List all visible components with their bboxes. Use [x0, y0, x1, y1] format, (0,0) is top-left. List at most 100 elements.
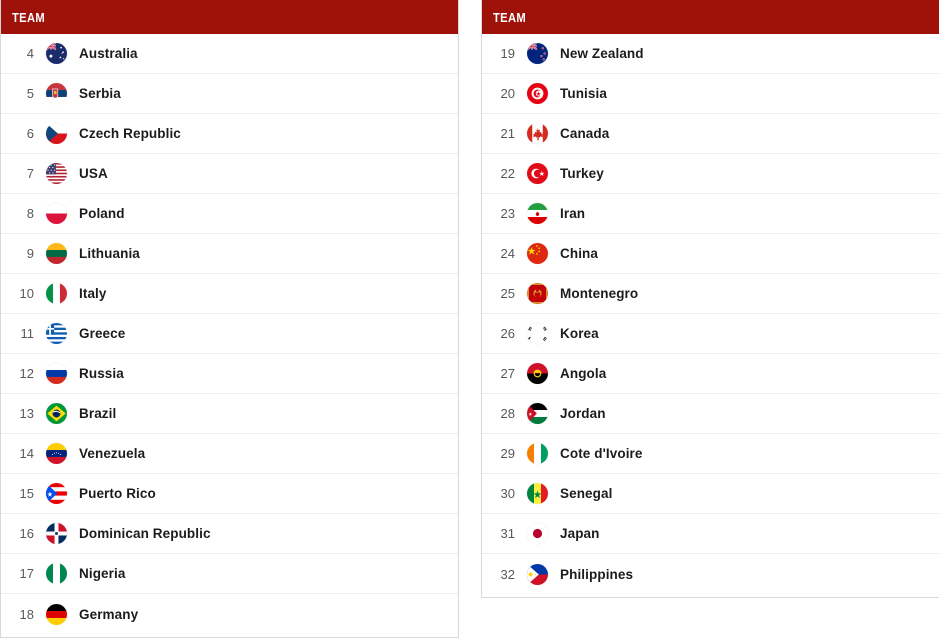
flag-jordan-icon: [527, 403, 548, 424]
column-header-team: TEAM: [12, 9, 46, 25]
team-name: Jordan: [560, 406, 606, 421]
flag-serbia-icon: [46, 83, 67, 104]
rank-number: 20: [500, 86, 515, 101]
flag-puerto-rico-icon: [46, 483, 67, 504]
table-row[interactable]: 31 Japan: [482, 514, 939, 554]
table-header-left: TEAM: [1, 0, 458, 34]
flag-cell: [515, 283, 560, 304]
rank-number: 25: [500, 286, 515, 301]
rank-number: 17: [19, 566, 34, 581]
flag-montenegro-icon: [527, 283, 548, 304]
team-name: Montenegro: [560, 286, 639, 301]
flag-nigeria-icon: [46, 563, 67, 584]
flag-dominican-republic-icon: [46, 523, 67, 544]
team-name: Brazil: [79, 406, 117, 421]
table-row[interactable]: 7 USA: [1, 154, 458, 194]
flag-cell: [34, 323, 79, 344]
table-row[interactable]: 11 Greece: [1, 314, 458, 354]
flag-tunisia-icon: [527, 83, 548, 104]
flag-new-zealand-icon: [527, 43, 548, 64]
table-row[interactable]: 23 Iran: [482, 194, 939, 234]
flag-cell: [34, 203, 79, 224]
flag-cell: [34, 123, 79, 144]
table-row[interactable]: 21 Canada: [482, 114, 939, 154]
table-row[interactable]: 26 Korea: [482, 314, 939, 354]
table-row[interactable]: 29 Cote d'Ivoire: [482, 434, 939, 474]
flag-angola-icon: [527, 363, 548, 384]
flag-senegal-icon: [527, 483, 548, 504]
team-name: Senegal: [560, 486, 613, 501]
flag-cell: [515, 243, 560, 264]
flag-cell: [34, 243, 79, 264]
table-row[interactable]: 17 Nigeria: [1, 554, 458, 594]
table-row[interactable]: 30 Senegal: [482, 474, 939, 514]
table-row[interactable]: 10 Italy: [1, 274, 458, 314]
table-row[interactable]: 12 Russia: [1, 354, 458, 394]
team-name: Puerto Rico: [79, 486, 156, 501]
flag-italy-icon: [46, 283, 67, 304]
flag-russia-icon: [46, 363, 67, 384]
table-row[interactable]: 20 Tunisia: [482, 74, 939, 114]
rank-number: 7: [26, 166, 34, 181]
flag-cell: [515, 443, 560, 464]
flag-cell: [34, 603, 79, 625]
table-row[interactable]: 4 Australia: [1, 34, 458, 74]
table-row[interactable]: 19 New Zealand: [482, 34, 939, 74]
flag-brazil-icon: [46, 403, 67, 424]
rank-number: 8: [26, 206, 34, 221]
table-row[interactable]: 5 Serbia: [1, 74, 458, 114]
table-row[interactable]: 16 Dominican Republic: [1, 514, 458, 554]
team-ranking-page: TEAM 4 Australia 5 Serbia 6 Czech Republic 7 US…: [0, 0, 939, 639]
team-name: Germany: [79, 606, 139, 622]
team-name: Russia: [79, 366, 124, 381]
table-row[interactable]: 22 Turkey: [482, 154, 939, 194]
table-row[interactable]: 28 Jordan: [482, 394, 939, 434]
flag-australia-icon: [46, 43, 67, 64]
rank-number: 16: [19, 526, 34, 541]
team-name: USA: [79, 166, 108, 181]
table-row[interactable]: 13 Brazil: [1, 394, 458, 434]
flag-cell: [515, 403, 560, 424]
table-row[interactable]: 15 Puerto Rico: [1, 474, 458, 514]
rank-number: 28: [500, 406, 515, 421]
table-row[interactable]: 8 Poland: [1, 194, 458, 234]
table-row[interactable]: 32 Philippines: [482, 554, 939, 594]
flag-cell: [515, 523, 560, 544]
rank-number: 19: [500, 46, 515, 61]
rank-number: 4: [26, 46, 34, 61]
rank-number: 21: [500, 126, 515, 141]
table-row[interactable]: 25 Montenegro: [482, 274, 939, 314]
rank-number: 31: [500, 526, 515, 541]
team-name: Dominican Republic: [79, 526, 211, 541]
team-name: Italy: [79, 286, 107, 301]
table-row[interactable]: 27 Angola: [482, 354, 939, 394]
rank-number: 11: [20, 326, 35, 341]
rank-number: 30: [500, 486, 515, 501]
flag-cell: [34, 83, 79, 104]
rank-number: 18: [19, 606, 34, 622]
flag-cell: [515, 43, 560, 64]
team-name: Japan: [560, 526, 600, 541]
table-row[interactable]: 14 Venezuela: [1, 434, 458, 474]
team-name: China: [560, 246, 599, 261]
table-row[interactable]: 18 Germany: [1, 594, 458, 634]
team-table-right: TEAM 19 New Zealand 20 Tunisia 21 Canada 22 Tur…: [481, 0, 939, 598]
flag-cote-divoire-icon: [527, 443, 548, 464]
rank-number: 9: [26, 246, 34, 261]
flag-cell: [515, 203, 560, 224]
table-header-right: TEAM: [482, 0, 939, 34]
flag-venezuela-icon: [46, 443, 67, 464]
team-name: Angola: [560, 366, 607, 381]
team-name: Nigeria: [79, 566, 126, 581]
team-name: Turkey: [560, 166, 604, 181]
flag-philippines-icon: [527, 563, 548, 585]
table-row[interactable]: 6 Czech Republic: [1, 114, 458, 154]
team-name: New Zealand: [560, 46, 644, 61]
table-row[interactable]: 24 China: [482, 234, 939, 274]
flag-japan-icon: [527, 523, 548, 544]
team-name: Korea: [560, 326, 599, 341]
rank-number: 10: [19, 286, 34, 301]
team-table-left: TEAM 4 Australia 5 Serbia 6 Czech Republic 7 US…: [0, 0, 459, 638]
table-row[interactable]: 9 Lithuania: [1, 234, 458, 274]
team-name: Philippines: [560, 566, 634, 582]
